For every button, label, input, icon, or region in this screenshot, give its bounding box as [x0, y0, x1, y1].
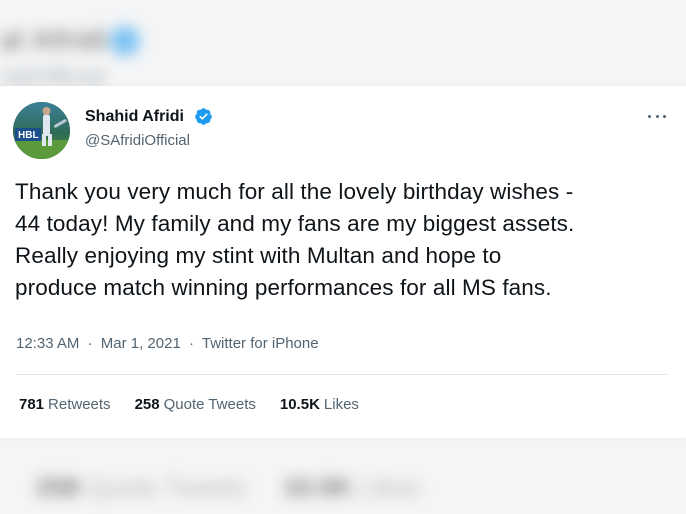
quote-tweets-count: 258 [134, 396, 160, 413]
likes-label: Likes [323, 396, 359, 413]
more-dots-icon[interactable] [648, 107, 666, 125]
blurred-author-name: al Afridi [0, 24, 108, 55]
dot-icon [663, 114, 666, 118]
tweet-text-line: Really enjoying my stint with Multan and… [15, 243, 502, 268]
dot-icon [655, 114, 659, 118]
tweet-time[interactable]: 12:33 AM [16, 335, 79, 352]
divider [16, 374, 668, 375]
blurred-likes-label: Likes [359, 472, 421, 502]
blurred-quote-count: 258 [36, 472, 80, 502]
dot-icon [648, 114, 651, 118]
author-handle[interactable]: @SAfridiOfficial [85, 132, 190, 149]
blurred-quote-label: Quote Tweets [86, 472, 247, 502]
blurred-verified-icon [110, 26, 140, 56]
blurred-stats: 258 Quote Tweets 10.5K Likes [36, 472, 420, 503]
verified-badge-icon [195, 108, 212, 125]
retweets-count: 781 [19, 396, 45, 413]
quote-tweets-label: Quote Tweets [163, 396, 256, 413]
tweet-stats: 781 Retweets 258 Quote Tweets 10.5K Likes [19, 396, 383, 413]
tweet-text-line: produce match winning performances for a… [15, 275, 552, 300]
likes-count: 10.5K [279, 396, 320, 413]
tweet-card: HBL Shahid Afridi @SAfridiOfficial Thank… [0, 86, 686, 438]
author-name[interactable]: Shahid Afridi [85, 108, 184, 126]
tweet-source[interactable]: Twitter for iPhone [202, 335, 319, 352]
tweet-meta: 12:33 AM · Mar 1, 2021 · Twitter for iPh… [16, 335, 319, 352]
tweet-text: Thank you very much for all the lovely b… [15, 176, 675, 304]
likes-stat[interactable]: 10.5K Likes [280, 396, 359, 413]
tweet-text-line: 44 today! My family and my fans are my b… [15, 211, 575, 236]
meta-separator: · [188, 335, 194, 352]
retweets-stat[interactable]: 781 Retweets [19, 396, 111, 413]
retweets-label: Retweets [48, 396, 111, 413]
blurred-likes-count: 10.5K [282, 472, 353, 502]
quote-tweets-stat[interactable]: 258 Quote Tweets [135, 396, 256, 413]
svg-text:HBL: HBL [18, 130, 39, 141]
avatar[interactable]: HBL [13, 102, 70, 159]
tweet-date[interactable]: Mar 1, 2021 [101, 335, 181, 352]
meta-separator: · [87, 335, 93, 352]
avatar-image: HBL [13, 102, 70, 159]
tweet-text-line: Thank you very much for all the lovely b… [15, 179, 574, 204]
